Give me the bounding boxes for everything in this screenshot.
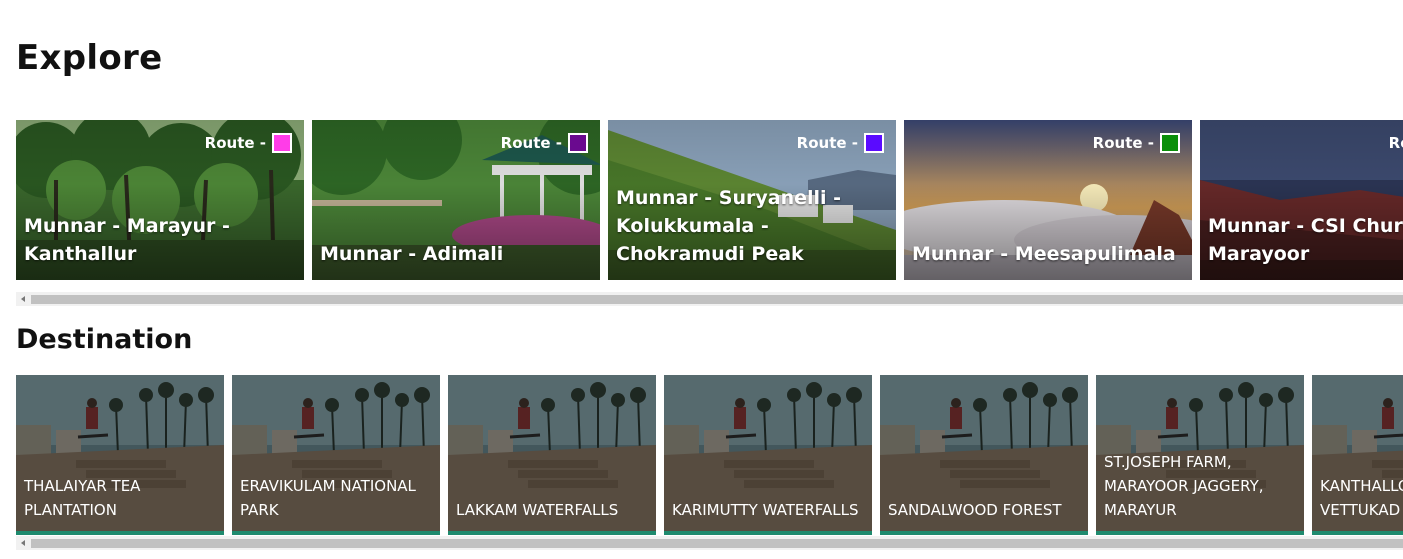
destination-name: KANTHALLOOR - VETTUKAD	[1320, 477, 1403, 519]
route-tag-label: Route -	[204, 134, 266, 152]
destination-heading: Destination	[16, 324, 193, 355]
destination-card[interactable]: ERAVIKULAM NATIONAL PARK	[232, 375, 440, 535]
route-tag: Route -	[205, 133, 292, 153]
card-accent-bar	[448, 531, 656, 535]
route-color-swatch	[1160, 133, 1180, 153]
route-card[interactable]: Route - Munnar - CSI Church - Marayoor	[1200, 120, 1403, 280]
route-tag-label: Route -	[1388, 134, 1403, 152]
route-tag-label: Route -	[796, 134, 858, 152]
route-card[interactable]: Route - Munnar - Marayur - Kanthallur	[16, 120, 304, 280]
destination-card[interactable]: SANDALWOOD FOREST	[880, 375, 1088, 535]
route-tag-label: Route -	[1092, 134, 1154, 152]
destination-name: THALAIYAR TEA PLANTATION	[24, 477, 141, 519]
route-name: Munnar - CSI Church - Marayoor	[1208, 215, 1403, 265]
explore-scrollbar[interactable]	[16, 292, 1403, 306]
destination-card[interactable]: ST.JOSEPH FARM, MARAYOOR JAGGERY, MARAYU…	[1096, 375, 1304, 535]
destination-name: ST.JOSEPH FARM, MARAYOOR JAGGERY, MARAYU…	[1104, 453, 1264, 519]
destination-name: LAKKAM WATERFALLS	[456, 501, 619, 519]
explore-scroll-thumb[interactable]	[31, 295, 1403, 304]
destination-scrollbar[interactable]	[16, 536, 1403, 550]
explore-carousel[interactable]: Route - Munnar - Marayur - Kanthallur Rou…	[16, 120, 1403, 280]
route-color-swatch	[568, 133, 588, 153]
route-tag: Route -	[797, 133, 884, 153]
route-name: Munnar - Adimali	[320, 243, 504, 265]
explore-heading: Explore	[16, 38, 163, 78]
route-name: Munnar - Meesapulimala	[912, 243, 1176, 265]
route-name: Munnar - Suryanelli - Kolukkumala - Chok…	[616, 187, 842, 265]
route-card[interactable]: Route - Munnar - Adimali	[312, 120, 600, 280]
route-name: Munnar - Marayur - Kanthallur	[24, 215, 230, 265]
route-tag: Route -	[1389, 133, 1403, 153]
card-accent-bar	[880, 531, 1088, 535]
destination-name: SANDALWOOD FOREST	[888, 501, 1062, 519]
card-accent-bar	[16, 531, 224, 535]
card-accent-bar	[1096, 531, 1304, 535]
destination-card[interactable]: KARIMUTTY WATERFALLS	[664, 375, 872, 535]
destination-carousel[interactable]: THALAIYAR TEA PLANTATION ERAVIKULAM NATI…	[16, 375, 1403, 535]
route-tag: Route -	[501, 133, 588, 153]
route-color-swatch	[272, 133, 292, 153]
scroll-left-arrow-icon[interactable]	[16, 292, 30, 306]
destination-scroll-thumb[interactable]	[31, 539, 1403, 548]
route-color-swatch	[864, 133, 884, 153]
card-accent-bar	[1312, 531, 1403, 535]
destination-card[interactable]: LAKKAM WATERFALLS	[448, 375, 656, 535]
destination-card[interactable]: KANTHALLOOR - VETTUKAD	[1312, 375, 1403, 535]
destination-name: KARIMUTTY WATERFALLS	[672, 501, 859, 519]
destination-name: ERAVIKULAM NATIONAL PARK	[240, 477, 416, 519]
card-accent-bar	[664, 531, 872, 535]
route-card[interactable]: Route - Munnar - Meesapulimala	[904, 120, 1192, 280]
route-tag-label: Route -	[500, 134, 562, 152]
destination-card[interactable]: THALAIYAR TEA PLANTATION	[16, 375, 224, 535]
route-tag: Route -	[1093, 133, 1180, 153]
scroll-left-arrow-icon[interactable]	[16, 536, 30, 550]
card-accent-bar	[232, 531, 440, 535]
route-card[interactable]: Route - Munnar - Suryanelli - Kolukkumala…	[608, 120, 896, 280]
